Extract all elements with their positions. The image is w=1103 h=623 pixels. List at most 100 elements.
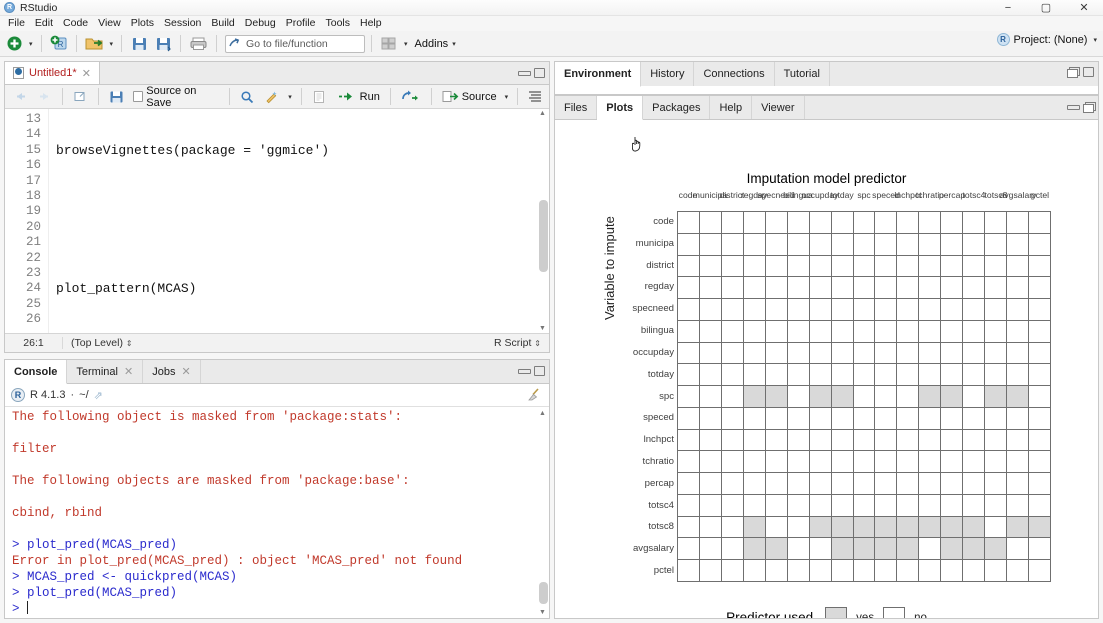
menu-code[interactable]: Code [58, 16, 93, 31]
y-axis-tick-label: bilingua [640, 325, 674, 337]
compile-report-icon[interactable] [309, 89, 329, 105]
save-icon[interactable] [128, 33, 150, 55]
close-icon[interactable]: ✕ [181, 365, 190, 378]
save-icon[interactable] [106, 89, 127, 105]
tab-packages[interactable]: Packages [643, 96, 711, 119]
menu-help[interactable]: Help [355, 16, 387, 31]
matrix-cell [853, 451, 876, 474]
scroll-up-icon[interactable]: ▲ [538, 110, 547, 117]
new-file-icon[interactable] [3, 33, 25, 55]
restore-pane-icon[interactable] [1067, 67, 1080, 78]
scroll-down-icon[interactable]: ▼ [538, 325, 547, 332]
scope-selector[interactable]: (Top Level) ⇕ [63, 337, 133, 349]
tab-environment[interactable]: Environment [555, 62, 642, 87]
project-caret-icon[interactable]: ▾ [1093, 36, 1097, 44]
console-scroll-thumb[interactable] [539, 582, 548, 604]
maximize-pane-icon[interactable] [534, 67, 545, 78]
matrix-cell [897, 299, 920, 321]
addins-dropdown-caret-icon[interactable]: ▾ [452, 40, 456, 48]
console-scrollbar[interactable]: ▲ ▼ [539, 410, 548, 616]
tab-plots[interactable]: Plots [597, 96, 644, 120]
menu-plots[interactable]: Plots [126, 16, 159, 31]
matrix-cell [985, 255, 1008, 278]
show-in-new-window-icon[interactable] [70, 89, 91, 104]
minimize-pane-icon[interactable] [518, 365, 531, 376]
console-output[interactable]: The following object is masked from 'pac… [5, 408, 549, 618]
maximize-button[interactable]: ▢ [1027, 0, 1065, 16]
document-outline-icon[interactable] [525, 89, 545, 104]
editor-scroll-thumb[interactable] [539, 200, 548, 272]
tab-terminal-label: Terminal [76, 365, 118, 378]
matrix-cell [941, 386, 964, 408]
matrix-cell [1029, 277, 1051, 300]
new-file-dropdown-caret-icon[interactable]: ▾ [29, 40, 33, 48]
source-caret-icon[interactable]: ▾ [505, 93, 509, 101]
open-dropdown-caret-icon[interactable]: ▾ [110, 40, 114, 48]
panes-layout-icon[interactable] [378, 33, 400, 55]
forward-arrow-icon[interactable] [34, 89, 55, 104]
menu-view[interactable]: View [93, 16, 126, 31]
close-icon[interactable]: ✕ [124, 365, 133, 378]
broom-icon[interactable] [527, 388, 541, 404]
console-panel-controls [518, 365, 545, 376]
menu-debug[interactable]: Debug [240, 16, 281, 31]
code-tools-caret-icon[interactable]: ▾ [288, 93, 292, 101]
minimize-pane-icon[interactable] [1067, 101, 1080, 112]
close-button[interactable]: ✕ [1065, 0, 1103, 16]
console-prompt-line[interactable]: > [12, 601, 549, 617]
menu-edit[interactable]: Edit [30, 16, 58, 31]
file-type-selector[interactable]: R Script ⇕ [494, 337, 549, 349]
close-icon[interactable]: ✕ [82, 67, 91, 80]
matrix-cell [765, 299, 788, 321]
tab-history[interactable]: History [641, 62, 695, 86]
menu-profile[interactable]: Profile [281, 16, 321, 31]
new-project-icon[interactable]: R [48, 33, 70, 55]
working-directory-link-icon[interactable]: ⇗ [94, 389, 103, 402]
menu-session[interactable]: Session [159, 16, 206, 31]
minimize-button[interactable]: − [989, 0, 1027, 16]
tab-terminal[interactable]: Terminal ✕ [67, 360, 144, 383]
back-arrow-icon[interactable] [10, 89, 31, 104]
menu-tools[interactable]: Tools [320, 16, 355, 31]
matrix-cell [963, 342, 986, 365]
matrix-cell [787, 538, 810, 561]
code-tools-icon[interactable] [261, 89, 283, 105]
matrix-cell [1029, 233, 1051, 256]
tab-tutorial[interactable]: Tutorial [774, 62, 830, 86]
search-icon[interactable] [237, 89, 258, 105]
source-on-save-checkbox[interactable]: Source on Save [130, 84, 222, 110]
menu-build[interactable]: Build [206, 16, 239, 31]
tab-viewer[interactable]: Viewer [752, 96, 805, 119]
tab-files[interactable]: Files [555, 96, 598, 119]
restore-pane-icon[interactable] [1083, 101, 1096, 113]
source-on-save-label: Source on Save [146, 84, 197, 109]
run-button[interactable]: Run [335, 89, 383, 104]
goto-file-function-input[interactable]: Go to file/function [225, 34, 366, 53]
tab-connections[interactable]: Connections [694, 62, 775, 86]
code-text[interactable]: browseVignettes(package = 'ggmice') plot… [49, 109, 549, 333]
maximize-pane-icon[interactable] [1083, 67, 1094, 77]
project-selector[interactable]: R Project: (None) ▾ [996, 33, 1100, 46]
scroll-down-icon[interactable]: ▼ [538, 609, 547, 616]
matrix-cell [743, 538, 766, 561]
scroll-up-icon[interactable]: ▲ [538, 410, 547, 417]
source-tab-untitled1[interactable]: Untitled1* ✕ [5, 62, 100, 84]
source-button[interactable]: Source [439, 89, 500, 104]
matrix-cell [941, 560, 964, 582]
menu-file[interactable]: File [3, 16, 30, 31]
tab-jobs[interactable]: Jobs ✕ [143, 360, 201, 383]
matrix-cell [678, 407, 700, 430]
re-run-icon[interactable] [398, 89, 424, 104]
panes-dropdown-caret-icon[interactable]: ▾ [404, 40, 408, 48]
save-all-icon[interactable] [152, 33, 174, 55]
matrix-cell [1007, 538, 1030, 561]
print-icon[interactable] [187, 33, 210, 55]
editor-scrollbar[interactable]: ▲ ▼ [539, 110, 548, 332]
addins-button[interactable]: Addins [415, 38, 449, 50]
tab-help[interactable]: Help [710, 96, 753, 119]
maximize-pane-icon[interactable] [534, 365, 545, 376]
tab-console[interactable]: Console [5, 360, 68, 384]
code-editor[interactable]: 13 14 15 16 17 18 19 20 21 22 23 24 25 2… [5, 109, 549, 333]
open-folder-icon[interactable] [83, 33, 106, 55]
minimize-pane-icon[interactable] [518, 67, 531, 78]
